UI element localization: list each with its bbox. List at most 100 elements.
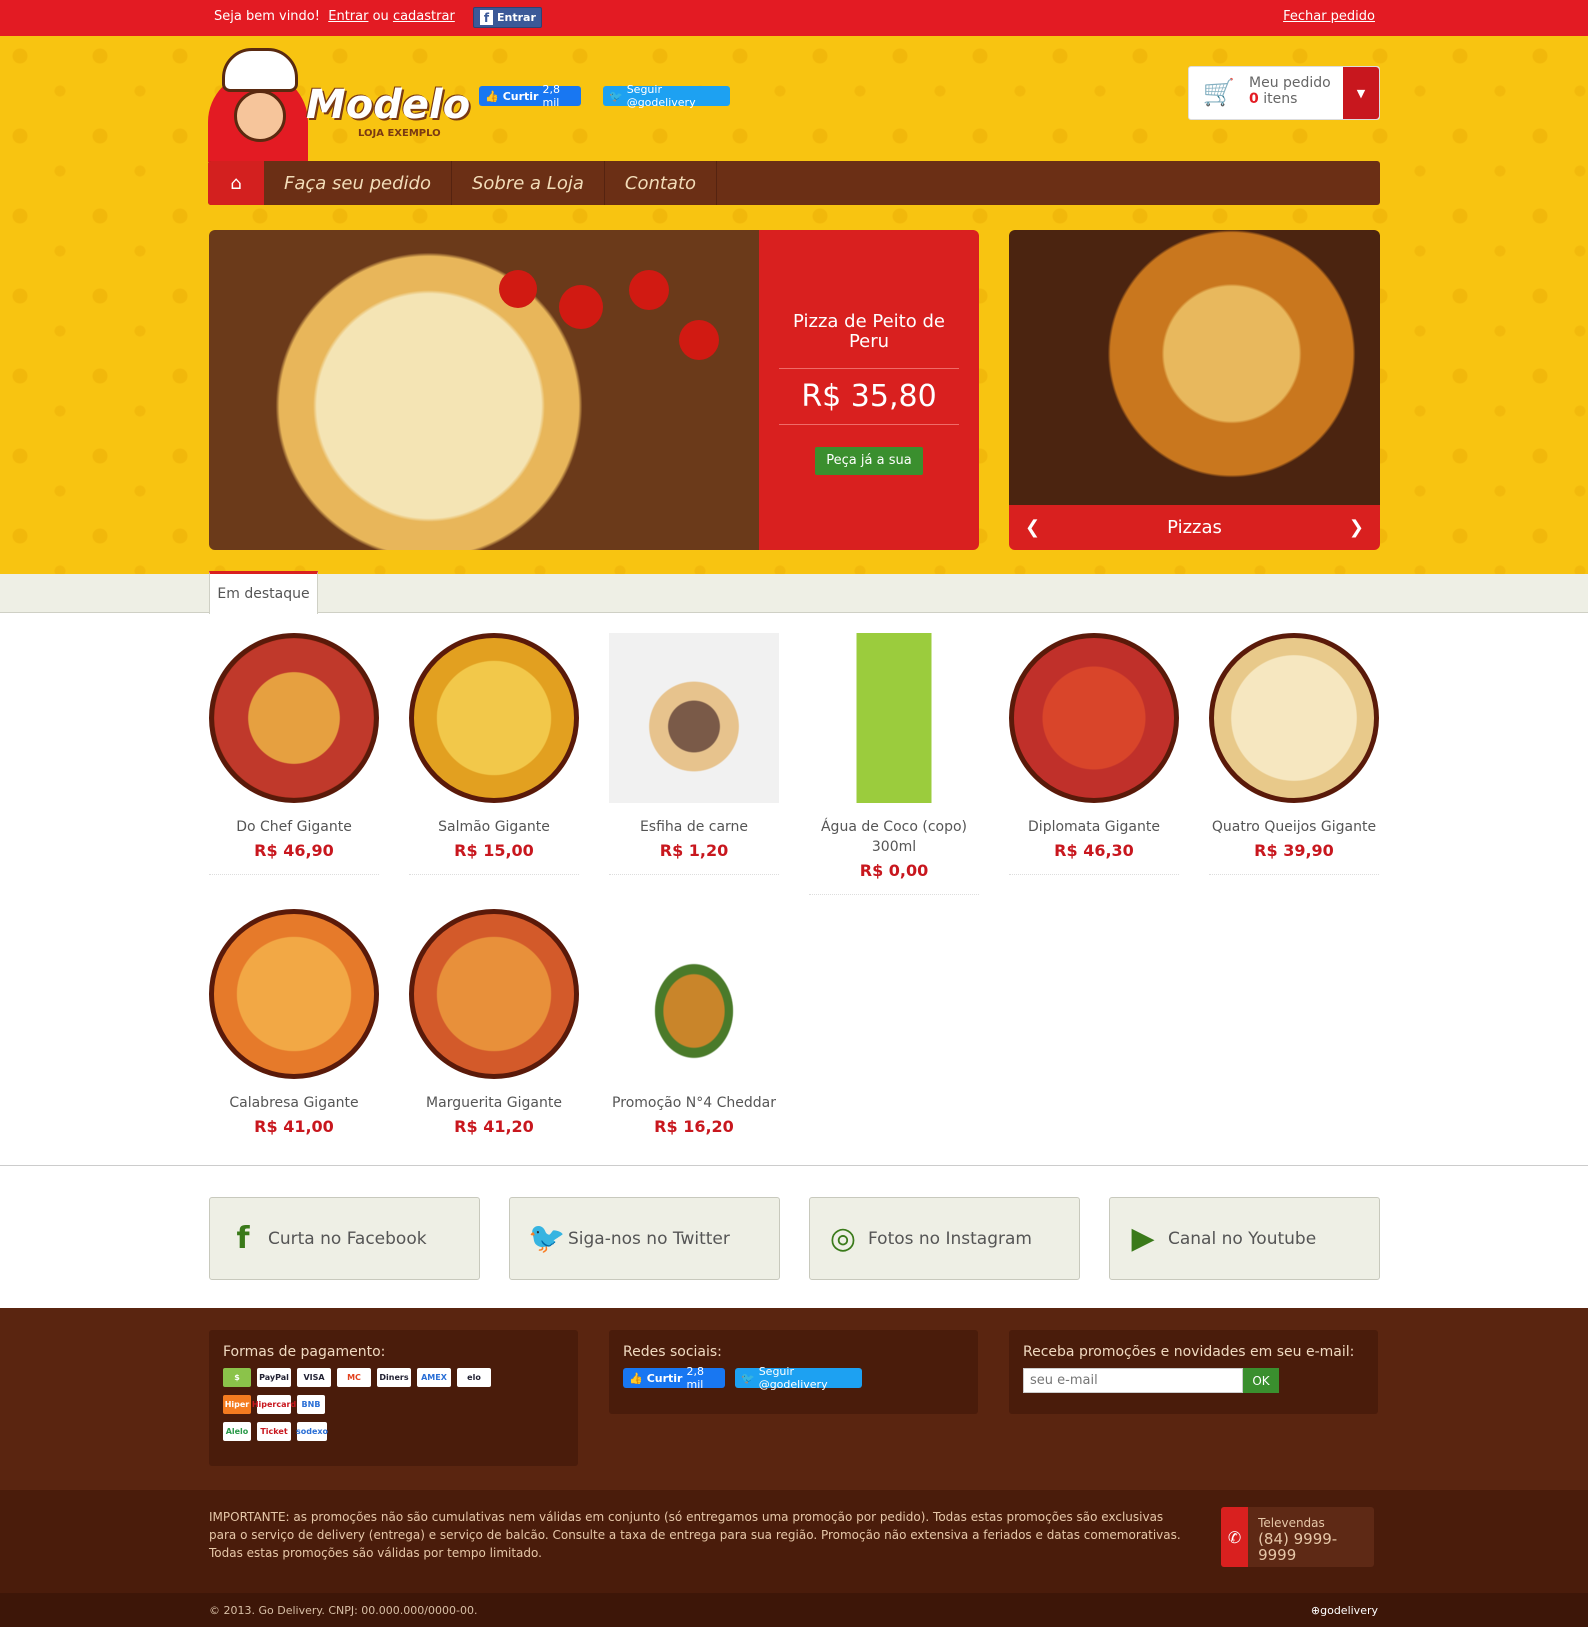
product-card[interactable]: Quatro Queijos Gigante R$ 39,90 xyxy=(1209,633,1379,875)
login-link[interactable]: Entrar xyxy=(328,9,368,24)
cart-widget[interactable]: 🛒 Meu pedido 0 itens ▼ xyxy=(1188,66,1380,120)
twitter-follow-button[interactable]: 🐦 Seguir @godelivery xyxy=(603,83,730,109)
facebook-icon: f xyxy=(236,1221,250,1256)
divider xyxy=(779,368,959,369)
product-card[interactable]: Esfiha de carne R$ 1,20 xyxy=(609,633,779,875)
promo-panel: Pizza de Peito de Peru R$ 35,80 Peça já … xyxy=(759,230,979,550)
product-card[interactable]: Água de Coco (copo) 300ml R$ 0,00 xyxy=(809,633,979,895)
product-name: Diplomata Gigante xyxy=(1028,819,1160,835)
chevron-right-icon[interactable]: ❯ xyxy=(1349,517,1364,538)
payment-elo-icon: elo xyxy=(457,1368,491,1387)
product-card[interactable]: Marguerita Gigante R$ 41,20 xyxy=(409,909,579,1136)
nav-contact[interactable]: Contato xyxy=(605,161,718,205)
facebook-like-button[interactable]: 👍 Curtir 2,8 mil xyxy=(479,83,581,109)
product-image[interactable] xyxy=(1009,633,1179,803)
tomato-decoration xyxy=(499,270,537,308)
product-card[interactable]: Diplomata Gigante R$ 46,30 xyxy=(1009,633,1179,875)
promo-order-button[interactable]: Peça já a sua xyxy=(815,447,923,475)
phone-label: Televendas xyxy=(1258,1516,1325,1530)
like-count: 2,8 mil xyxy=(542,83,561,109)
payment-alelo-icon: Alelo xyxy=(223,1422,251,1441)
godelivery-credit-link[interactable]: ⊕godelivery xyxy=(1311,1604,1378,1617)
newsletter-email-input[interactable] xyxy=(1023,1368,1243,1393)
or-text: ou xyxy=(372,9,389,24)
twitter-link-box[interactable]: 🐦 Siga-nos no Twitter xyxy=(509,1197,780,1280)
logo-name: Modelo xyxy=(306,82,471,128)
product-image[interactable] xyxy=(809,633,979,803)
footer-like-count: 2,8 mil xyxy=(686,1365,705,1391)
footer-facebook-like-button[interactable]: 👍 Curtir 2,8 mil xyxy=(623,1365,725,1391)
product-price: R$ 41,00 xyxy=(254,1117,334,1136)
main-nav: ⌂ Faça seu pedido Sobre a Loja Contato xyxy=(208,161,1380,205)
payment-paypal-icon: PayPal xyxy=(257,1368,291,1387)
product-image[interactable] xyxy=(409,909,579,1079)
product-name: Quatro Queijos Gigante xyxy=(1211,819,1377,835)
divider xyxy=(609,874,779,875)
product-price: R$ 16,20 xyxy=(654,1117,734,1136)
product-image[interactable] xyxy=(609,909,779,1079)
product-image[interactable] xyxy=(209,909,379,1079)
divider xyxy=(409,874,579,875)
nav-about[interactable]: Sobre a Loja xyxy=(452,161,605,205)
newsletter-submit-button[interactable]: OK xyxy=(1243,1368,1279,1393)
cart-unit: itens xyxy=(1263,91,1298,107)
social-links-section: f Curta no Facebook 🐦 Siga-nos no Twitte… xyxy=(0,1165,1588,1308)
twitter-icon: 🐦 xyxy=(528,1221,566,1256)
product-name: Do Chef Gigante xyxy=(236,819,352,835)
footer-twitter-follow-button[interactable]: 🐦 Seguir @godelivery xyxy=(735,1365,862,1391)
facebook-login-button[interactable]: f Entrar xyxy=(473,7,542,28)
facebook-icon: f xyxy=(480,10,493,25)
product-card[interactable]: Calabresa Gigante R$ 41,00 xyxy=(209,909,379,1136)
payment-hiper-icon: Hiper xyxy=(223,1395,251,1414)
divider xyxy=(1209,874,1379,875)
social-title: Redes sociais: xyxy=(623,1344,722,1360)
phone-icon: ✆ xyxy=(1221,1507,1249,1567)
product-card[interactable]: Promoção N°4 Cheddar R$ 16,20 xyxy=(609,909,779,1136)
product-price: R$ 15,00 xyxy=(454,841,534,860)
tab-featured[interactable]: Em destaque xyxy=(209,571,318,614)
twitter-bird-icon: 🐦 xyxy=(741,1371,755,1385)
cart-dropdown-button[interactable]: ▼ xyxy=(1343,67,1379,119)
chevron-left-icon[interactable]: ❮ xyxy=(1025,517,1040,538)
product-price: R$ 39,90 xyxy=(1254,841,1334,860)
youtube-link-box[interactable]: ▶ Canal no Youtube xyxy=(1109,1197,1380,1280)
twitter-bird-icon: 🐦 xyxy=(609,89,623,103)
product-image[interactable] xyxy=(209,633,379,803)
payment-diners-icon: Diners xyxy=(377,1368,411,1387)
cart-summary: Meu pedido 0 itens xyxy=(1249,67,1343,119)
product-card[interactable]: Salmão Gigante R$ 15,00 xyxy=(409,633,579,875)
product-card[interactable]: Do Chef Gigante R$ 46,90 xyxy=(209,633,379,875)
close-order-link[interactable]: Fechar pedido xyxy=(1283,9,1375,24)
product-image[interactable] xyxy=(409,633,579,803)
nav-order[interactable]: Faça seu pedido xyxy=(264,161,452,205)
like-label: Curtir xyxy=(502,89,539,103)
product-name: Promoção N°4 Cheddar xyxy=(612,1095,776,1111)
payment-sodexo-icon: sodexo xyxy=(296,1422,328,1441)
promo-image[interactable] xyxy=(209,230,759,550)
legal-notice: IMPORTANTE: as promoções não são cumulat… xyxy=(209,1510,1181,1560)
divider xyxy=(1009,874,1179,875)
phone-number[interactable]: (84) 9999-9999 xyxy=(1258,1531,1364,1563)
home-icon: ⌂ xyxy=(230,172,242,194)
facebook-link-box[interactable]: f Curta no Facebook xyxy=(209,1197,480,1280)
product-image[interactable] xyxy=(609,633,779,803)
payment-amex-icon: AMEX xyxy=(417,1368,451,1387)
phone-sales-box: ✆ Televendas (84) 9999-9999 xyxy=(1221,1507,1374,1567)
cart-icon: 🛒 xyxy=(1202,78,1236,108)
social-networks-box: Redes sociais: 👍 Curtir 2,8 mil 🐦 Seguir… xyxy=(609,1330,978,1414)
follow-label: Seguir @godelivery xyxy=(626,83,696,109)
instagram-link-box[interactable]: ◎ Fotos no Instagram xyxy=(809,1197,1080,1280)
chef-face-icon xyxy=(234,90,286,142)
register-link[interactable]: cadastrar xyxy=(393,9,455,24)
category-image[interactable] xyxy=(1009,230,1380,505)
twitter-link-label: Siga-nos no Twitter xyxy=(568,1228,730,1249)
payment-mastercard-icon: MC xyxy=(337,1368,371,1387)
nav-home[interactable]: ⌂ xyxy=(208,161,264,205)
tomato-decoration xyxy=(679,320,719,360)
chef-hat-icon xyxy=(222,48,298,92)
product-price: R$ 46,30 xyxy=(1054,841,1134,860)
thumbs-up-icon: 👍 xyxy=(629,1371,643,1385)
product-price: R$ 46,90 xyxy=(254,841,334,860)
store-logo[interactable]: Modelo LOJA EXEMPLO xyxy=(208,44,470,162)
product-image[interactable] xyxy=(1209,633,1379,803)
